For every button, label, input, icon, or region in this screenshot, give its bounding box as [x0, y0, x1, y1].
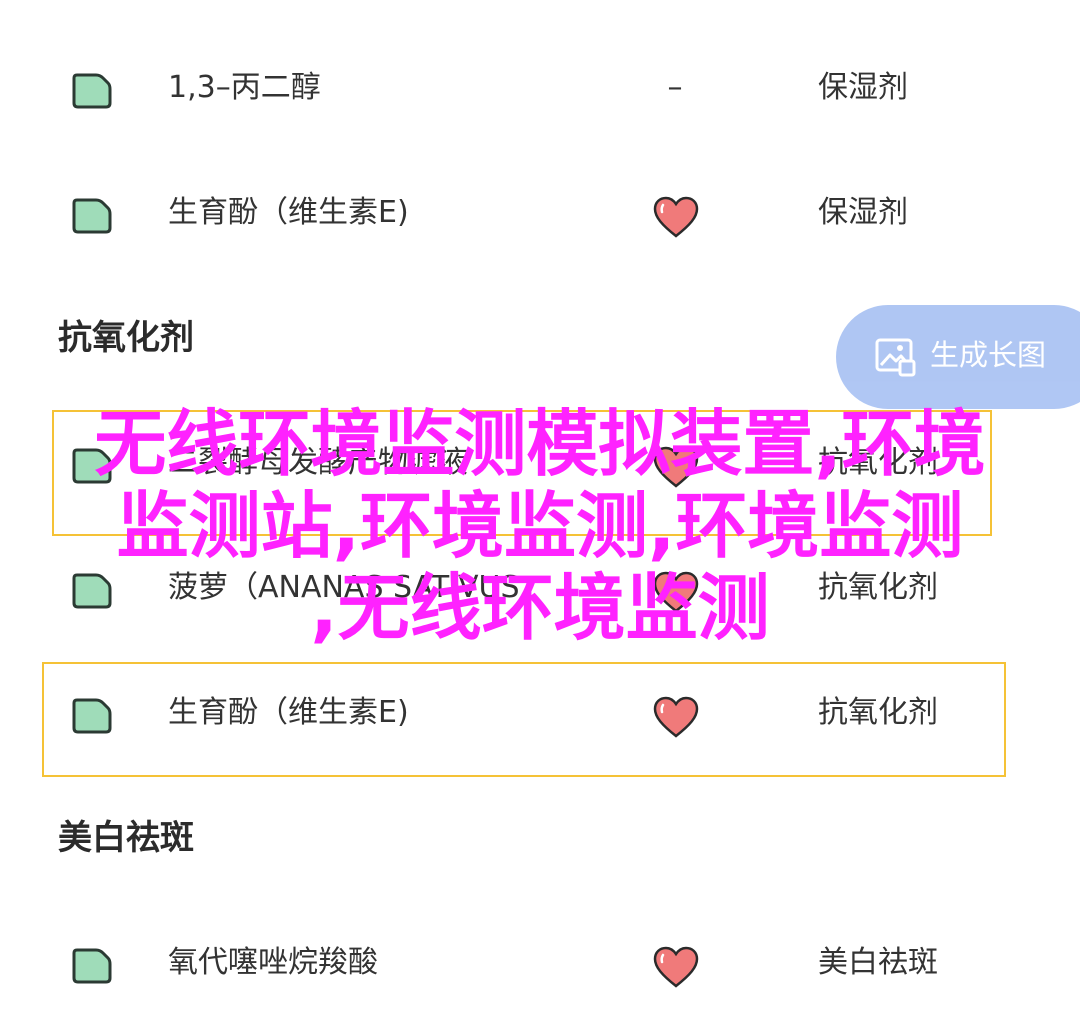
generate-long-image-button[interactable]: 生成长图 — [836, 305, 1080, 409]
ingredient-name: 氧代噻唑烷羧酸 — [168, 945, 378, 980]
heart-icon — [653, 571, 699, 613]
ingredient-row[interactable]: 1,3–丙二醇 – 保湿剂 — [0, 50, 1080, 130]
tag-icon — [72, 73, 112, 109]
section-title: 美白祛斑 — [58, 818, 194, 858]
heart-icon — [653, 696, 699, 738]
ingredient-function: 抗氧化剂 — [818, 570, 938, 605]
heart-icon — [653, 446, 699, 488]
generate-long-image-label: 生成长图 — [930, 338, 1047, 372]
ingredient-function: 保湿剂 — [818, 195, 908, 230]
heart-icon — [653, 946, 699, 988]
heart-icon — [653, 196, 699, 238]
section-title: 抗氧化剂 — [58, 318, 194, 358]
ingredient-function: 美白祛斑 — [818, 945, 938, 980]
safety-rating-dash: – — [667, 70, 683, 105]
ingredient-row[interactable]: 菠萝（ANANAS SATIVUS 抗氧化剂 — [0, 550, 1080, 630]
tag-icon — [72, 198, 112, 234]
ingredient-row[interactable]: 生育酚（维生素E) 抗氧化剂 — [0, 675, 1080, 755]
ingredient-row[interactable]: 生育酚（维生素E) 保湿剂 — [0, 175, 1080, 255]
ingredient-name: 二裂酵母发酵产物滤液 — [168, 445, 468, 480]
ingredient-row[interactable]: 二裂酵母发酵产物滤液 抗氧化剂 — [0, 425, 1080, 505]
tag-icon — [72, 573, 112, 609]
ingredient-name: 生育酚（维生素E) — [168, 195, 409, 230]
tag-icon — [72, 448, 112, 484]
image-icon — [875, 338, 916, 377]
ingredient-function: 抗氧化剂 — [818, 695, 938, 730]
ingredient-function: 抗氧化剂 — [818, 445, 938, 480]
ingredient-function: 保湿剂 — [818, 70, 908, 105]
ingredient-row[interactable]: 氧代噻唑烷羧酸 美白祛斑 — [0, 925, 1080, 1005]
ingredient-name: 1,3–丙二醇 — [168, 70, 321, 105]
tag-icon — [72, 698, 112, 734]
tag-icon — [72, 948, 112, 984]
ingredient-name: 生育酚（维生素E) — [168, 695, 409, 730]
ingredient-name: 菠萝（ANANAS SATIVUS — [168, 570, 520, 605]
